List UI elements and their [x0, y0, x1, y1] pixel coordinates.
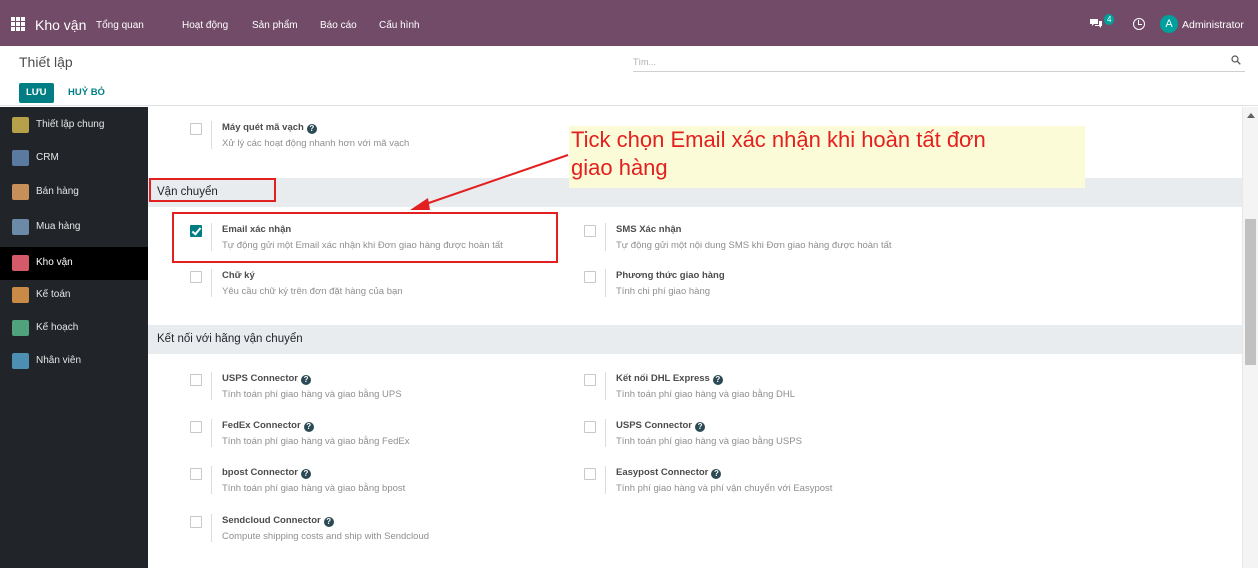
- annotation-arrow-icon: [410, 154, 569, 210]
